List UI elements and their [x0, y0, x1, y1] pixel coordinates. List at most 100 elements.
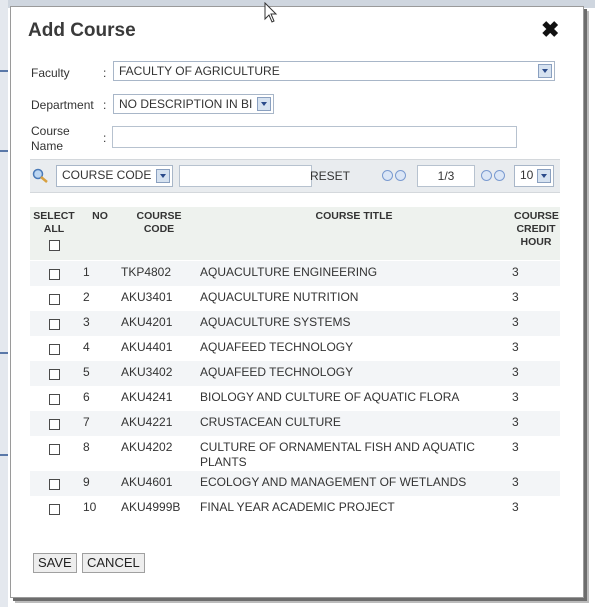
- row-checkbox[interactable]: [49, 319, 60, 330]
- table-row[interactable]: 7 AKU4221 CRUSTACEAN CULTURE 3: [30, 411, 560, 436]
- reset-button[interactable]: RESET: [310, 169, 350, 184]
- row-course-code: TKP4802: [121, 265, 172, 279]
- row-credit-hour: 3: [512, 440, 519, 454]
- table-row[interactable]: 10 AKU4999B FINAL YEAR ACADEMIC PROJECT 3: [30, 496, 560, 521]
- faculty-colon: :: [103, 66, 107, 80]
- cancel-button[interactable]: CANCEL: [82, 553, 145, 573]
- row-course-title: BIOLOGY AND CULTURE OF AQUATIC FLORA: [200, 390, 460, 404]
- row-course-title: ECOLOGY AND MANAGEMENT OF WETLANDS: [200, 475, 467, 489]
- row-checkbox[interactable]: [49, 369, 60, 380]
- table-row[interactable]: 9 AKU4601 ECOLOGY AND MANAGEMENT OF WETLAN…: [30, 471, 560, 496]
- previous-page-icon[interactable]: [395, 170, 406, 181]
- first-page-icon[interactable]: [382, 170, 393, 181]
- header-course-code-line1: COURSE: [136, 210, 182, 222]
- row-course-code: AKU4241: [121, 390, 173, 404]
- table-row[interactable]: 6 AKU4241 BIOLOGY AND CULTURE OF AQUATIC F…: [30, 386, 560, 411]
- background-window-edge: [0, 0, 8, 607]
- row-checkbox[interactable]: [49, 479, 60, 490]
- header-select-all-line2: ALL: [43, 223, 65, 235]
- row-credit-hour: 3: [512, 500, 519, 514]
- row-course-code: AKU3402: [121, 365, 173, 379]
- table-row[interactable]: 5 AKU3402 AQUAFEED TECHNOLOGY 3: [30, 361, 560, 386]
- row-checkbox[interactable]: [49, 419, 60, 430]
- header-select-all-line1: SELECT: [33, 210, 75, 222]
- row-checkbox[interactable]: [49, 394, 60, 405]
- row-credit-hour: 3: [512, 475, 519, 489]
- department-select[interactable]: NO DESCRIPTION IN BI: [113, 94, 274, 114]
- row-number: 3: [83, 315, 90, 329]
- chevron-down-icon[interactable]: [537, 169, 551, 183]
- row-course-title: CULTURE OF ORNAMENTAL FISH AND AQUATIC: [200, 440, 475, 454]
- row-credit-hour: 3: [512, 290, 519, 304]
- row-number: 6: [83, 390, 90, 404]
- row-number: 9: [83, 475, 90, 489]
- row-checkbox[interactable]: [49, 444, 60, 455]
- header-no: NO: [92, 210, 108, 222]
- table-header: SELECT ALL NO COURSE CODE COURSE TITLE C…: [30, 207, 560, 260]
- header-select-all: SELECT ALL: [32, 210, 76, 236]
- row-checkbox[interactable]: [49, 504, 60, 515]
- table-row[interactable]: 8 AKU4202 CULTURE OF ORNAMENTAL FISH AND A…: [30, 436, 560, 471]
- header-course-code: COURSE CODE: [128, 210, 190, 236]
- header-credit-hour-line1: COURSE: [514, 210, 559, 222]
- row-course-code: AKU4601: [121, 475, 173, 489]
- row-credit-hour: 3: [512, 265, 519, 279]
- row-credit-hour: 3: [512, 315, 519, 329]
- search-icon[interactable]: [32, 168, 50, 184]
- header-credit-hour-line2: CREDIT: [516, 223, 556, 235]
- select-all-checkbox[interactable]: [49, 240, 60, 251]
- page-size-value: 10: [520, 168, 534, 182]
- row-course-code: AKU4221: [121, 415, 173, 429]
- row-course-title: AQUACULTURE ENGINEERING: [200, 265, 378, 279]
- row-number: 2: [83, 290, 90, 304]
- background-line: [0, 352, 8, 354]
- row-course-code: AKU4201: [121, 315, 173, 329]
- save-button[interactable]: SAVE: [33, 553, 77, 573]
- page-display-field[interactable]: 1/3: [417, 165, 475, 187]
- table-row[interactable]: 1 TKP4802 AQUACULTURE ENGINEERING 3: [30, 261, 560, 286]
- search-input[interactable]: [179, 165, 312, 187]
- chevron-down-icon[interactable]: [538, 64, 552, 78]
- row-credit-hour: 3: [512, 415, 519, 429]
- row-credit-hour: 3: [512, 340, 519, 354]
- row-checkbox[interactable]: [49, 344, 60, 355]
- course-name-colon: :: [103, 131, 107, 145]
- chevron-down-icon[interactable]: [257, 97, 271, 111]
- background-line: [0, 70, 8, 72]
- search-toolbar: COURSE CODE RESET 1/3 10: [30, 159, 560, 193]
- header-course-code-line2: CODE: [143, 223, 175, 235]
- row-checkbox[interactable]: [49, 269, 60, 280]
- row-credit-hour: 3: [512, 365, 519, 379]
- page-size-select[interactable]: 10: [514, 165, 554, 187]
- add-course-dialog: Add Course ✖ Faculty : FACULTY OF AGRICU…: [10, 6, 584, 598]
- mouse-cursor-icon: [264, 2, 278, 23]
- row-number: 8: [83, 440, 90, 454]
- row-checkbox[interactable]: [49, 294, 60, 305]
- row-number: 4: [83, 340, 90, 354]
- background-line: [0, 454, 8, 456]
- table-row[interactable]: 4 AKU4401 AQUAFEED TECHNOLOGY 3: [30, 336, 560, 361]
- search-field-select[interactable]: COURSE CODE: [56, 165, 173, 187]
- row-number: 7: [83, 415, 90, 429]
- close-icon[interactable]: ✖: [541, 17, 559, 43]
- row-course-title: AQUACULTURE SYSTEMS: [200, 315, 351, 329]
- row-number: 5: [83, 365, 90, 379]
- row-course-code: AKU4202: [121, 440, 173, 454]
- background-line: [0, 150, 8, 152]
- faculty-select[interactable]: FACULTY OF AGRICULTURE: [113, 61, 555, 81]
- faculty-select-value: FACULTY OF AGRICULTURE: [119, 64, 280, 78]
- row-course-title: AQUAFEED TECHNOLOGY: [200, 365, 354, 379]
- row-course-code: AKU3401: [121, 290, 173, 304]
- dialog-title: Add Course: [28, 20, 136, 41]
- row-credit-hour: 3: [512, 390, 519, 404]
- next-page-icon[interactable]: [481, 170, 492, 181]
- header-credit-hour-line3: HOUR: [520, 236, 552, 248]
- row-course-title: AQUAFEED TECHNOLOGY: [200, 340, 354, 354]
- department-select-value: NO DESCRIPTION IN BI: [119, 97, 253, 111]
- chevron-down-icon[interactable]: [156, 169, 170, 183]
- course-name-label-line2: Name: [31, 139, 64, 153]
- last-page-icon[interactable]: [494, 170, 505, 181]
- course-name-input[interactable]: [112, 126, 517, 148]
- table-row[interactable]: 3 AKU4201 AQUACULTURE SYSTEMS 3: [30, 311, 560, 336]
- table-row[interactable]: 2 AKU3401 AQUACULTURE NUTRITION 3: [30, 286, 560, 311]
